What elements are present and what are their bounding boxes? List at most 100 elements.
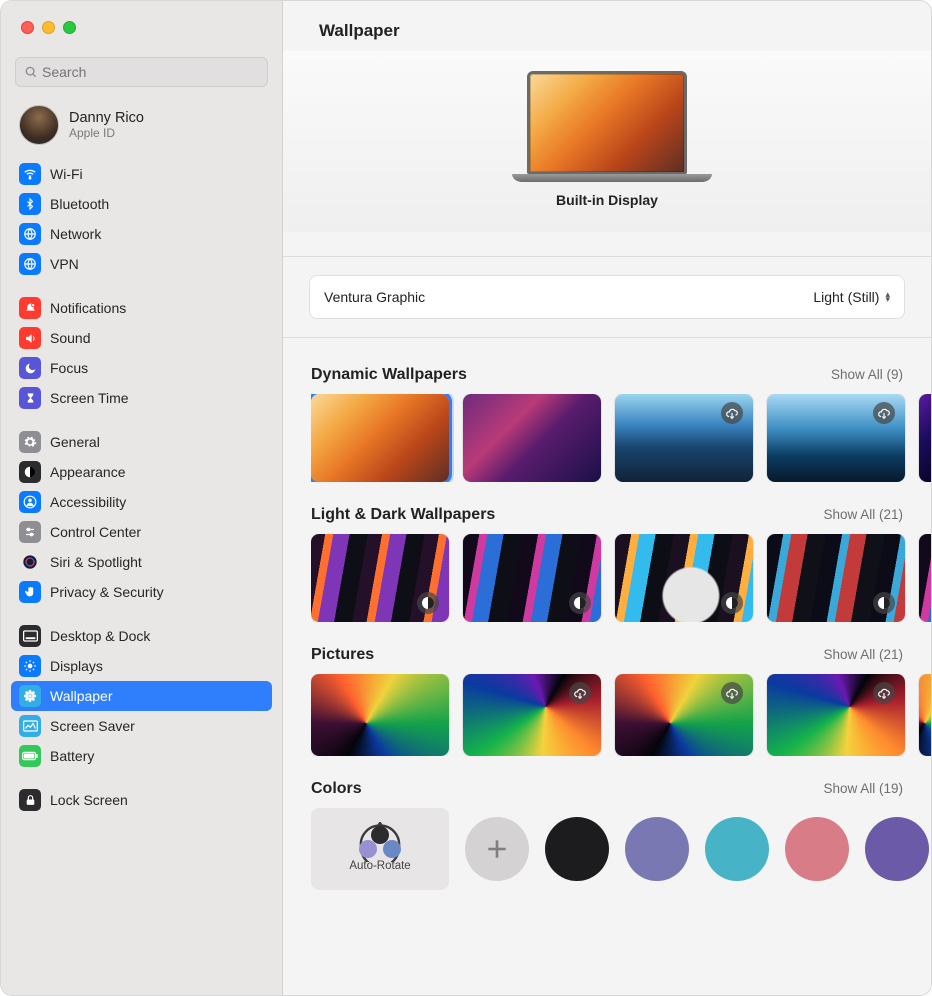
wallpaper-thumb-catalina[interactable] xyxy=(767,394,905,482)
wallpaper-thumb-spectrum4[interactable] xyxy=(767,534,905,622)
wallpaper-thumb-spectrum1[interactable] xyxy=(311,534,449,622)
section-lightdark: Light & Dark Wallpapers Show All (21) xyxy=(311,506,931,622)
sidebar-list: Wi-Fi Bluetooth Network VPN NotificationsSou… xyxy=(1,159,282,995)
current-wallpaper-bar: Ventura Graphic Light (Still) ▴▾ xyxy=(309,275,905,319)
sidebar-item-wifi[interactable]: Wi-Fi xyxy=(11,159,272,189)
section-title: Colors xyxy=(311,780,362,798)
light-dark-icon xyxy=(569,592,591,614)
sidebar-item-network[interactable]: Network xyxy=(11,219,272,249)
section-title: Dynamic Wallpapers xyxy=(311,366,467,384)
download-cloud-icon xyxy=(721,682,743,704)
globe-icon xyxy=(19,253,41,275)
sidebar-item-lockscreen[interactable]: Lock Screen xyxy=(11,785,272,815)
sidebar-item-siri[interactable]: Siri & Spotlight xyxy=(11,547,272,577)
moon-icon xyxy=(19,357,41,379)
search-input[interactable] xyxy=(42,64,259,80)
download-cloud-icon xyxy=(569,682,591,704)
sidebar-item-wallpaper[interactable]: Wallpaper xyxy=(11,681,272,711)
wallpaper-thumb-flow3[interactable] xyxy=(615,674,753,756)
wallpaper-thumb-ventura-dark[interactable] xyxy=(463,394,601,482)
display-preview: Built-in Display xyxy=(283,51,931,232)
color-swatch-rose[interactable] xyxy=(785,817,849,881)
account-name: Danny Rico xyxy=(69,110,144,126)
wallpaper-mode-select[interactable]: Light (Still) ▴▾ xyxy=(813,289,890,305)
download-cloud-icon xyxy=(873,682,895,704)
section-title: Light & Dark Wallpapers xyxy=(311,506,495,524)
sidebar-item-label: Lock Screen xyxy=(50,792,128,808)
sidebar-item-label: Bluetooth xyxy=(50,196,109,212)
color-swatch-black[interactable] xyxy=(545,817,609,881)
sidebar-item-general[interactable]: General xyxy=(11,427,272,457)
sidebar-item-label: Wi-Fi xyxy=(50,166,83,182)
wallpaper-thumb-ventura-light[interactable] xyxy=(311,394,449,482)
color-swatch-teal[interactable] xyxy=(705,817,769,881)
account-sub: Apple ID xyxy=(69,126,144,140)
sidebar-item-label: Siri & Spotlight xyxy=(50,554,142,570)
main-panel: Wallpaper Built-in Display Ventura Graph… xyxy=(283,1,931,995)
sidebar-item-label: Screen Time xyxy=(50,390,129,406)
select-chevrons-icon: ▴▾ xyxy=(885,292,890,302)
sidebar-item-focus[interactable]: Focus xyxy=(11,353,272,383)
sidebar-item-label: Control Center xyxy=(50,524,141,540)
wallpaper-thumb-flow1[interactable] xyxy=(311,674,449,756)
show-all-dynamic[interactable]: Show All (9) xyxy=(831,367,903,382)
sidebar-item-label: Desktop & Dock xyxy=(50,628,150,644)
globe-icon xyxy=(19,223,41,245)
current-wallpaper-name: Ventura Graphic xyxy=(324,289,425,305)
siri-icon xyxy=(19,551,41,573)
page-title: Wallpaper xyxy=(319,21,905,41)
window-titlebar xyxy=(1,1,76,53)
person-icon xyxy=(19,491,41,513)
sidebar-item-accessibility[interactable]: Accessibility xyxy=(11,487,272,517)
wallpaper-thumb-spectrum3[interactable] xyxy=(615,534,753,622)
show-all-lightdark[interactable]: Show All (21) xyxy=(823,507,903,522)
sidebar-item-controlcenter[interactable]: Control Center xyxy=(11,517,272,547)
wallpaper-thumb-flow5 xyxy=(919,674,931,756)
dock-icon xyxy=(19,625,41,647)
sidebar-item-appearance[interactable]: Appearance xyxy=(11,457,272,487)
display-label: Built-in Display xyxy=(556,192,658,208)
wallpaper-thumb-spectrum2[interactable] xyxy=(463,534,601,622)
sidebar-item-screentime[interactable]: Screen Time xyxy=(11,383,272,413)
sidebar-item-desktopdock[interactable]: Desktop & Dock xyxy=(11,621,272,651)
wifi-icon xyxy=(19,163,41,185)
gear-icon xyxy=(19,431,41,453)
auto-rotate-icon xyxy=(357,826,403,856)
download-cloud-icon xyxy=(873,402,895,424)
sidebar-item-sound[interactable]: Sound xyxy=(11,323,272,353)
add-color-button[interactable] xyxy=(465,817,529,881)
laptop-preview xyxy=(512,71,702,182)
apple-id-account[interactable]: Danny Rico Apple ID xyxy=(1,99,282,159)
color-swatch-slate[interactable] xyxy=(625,817,689,881)
color-swatch-violet[interactable] xyxy=(865,817,929,881)
zoom-window-button[interactable] xyxy=(63,21,76,34)
screensaver-icon xyxy=(19,715,41,737)
sidebar-item-vpn[interactable]: VPN xyxy=(11,249,272,279)
sidebar-item-label: Displays xyxy=(50,658,103,674)
sidebar-item-notifications[interactable]: Notifications xyxy=(11,293,272,323)
row-lightdark xyxy=(311,534,931,622)
sidebar-item-screensaver[interactable]: Screen Saver xyxy=(11,711,272,741)
battery-icon xyxy=(19,745,41,767)
lock-icon xyxy=(19,789,41,811)
auto-rotate-tile[interactable]: Auto-Rotate xyxy=(311,808,449,890)
wallpaper-scroll[interactable]: Dynamic Wallpapers Show All (9) Light & … xyxy=(283,338,931,995)
wallpaper-thumb-flow2[interactable] xyxy=(463,674,601,756)
search-field[interactable] xyxy=(15,57,268,87)
show-all-pictures[interactable]: Show All (21) xyxy=(823,647,903,662)
sidebar-item-label: Accessibility xyxy=(50,494,126,510)
minimize-window-button[interactable] xyxy=(42,21,55,34)
sidebar-item-battery[interactable]: Battery xyxy=(11,741,272,771)
sidebar-item-privacy[interactable]: Privacy & Security xyxy=(11,577,272,607)
show-all-colors[interactable]: Show All (19) xyxy=(823,781,903,796)
hand-icon xyxy=(19,581,41,603)
sidebar-item-bluetooth[interactable]: Bluetooth xyxy=(11,189,272,219)
wallpaper-thumb-bigsur[interactable] xyxy=(615,394,753,482)
sidebar-item-label: Network xyxy=(50,226,101,242)
bluetooth-icon xyxy=(19,193,41,215)
plus-icon xyxy=(484,836,510,862)
sidebar-item-label: Appearance xyxy=(50,464,126,480)
wallpaper-thumb-flow4[interactable] xyxy=(767,674,905,756)
sidebar-item-displays[interactable]: Displays xyxy=(11,651,272,681)
close-window-button[interactable] xyxy=(21,21,34,34)
